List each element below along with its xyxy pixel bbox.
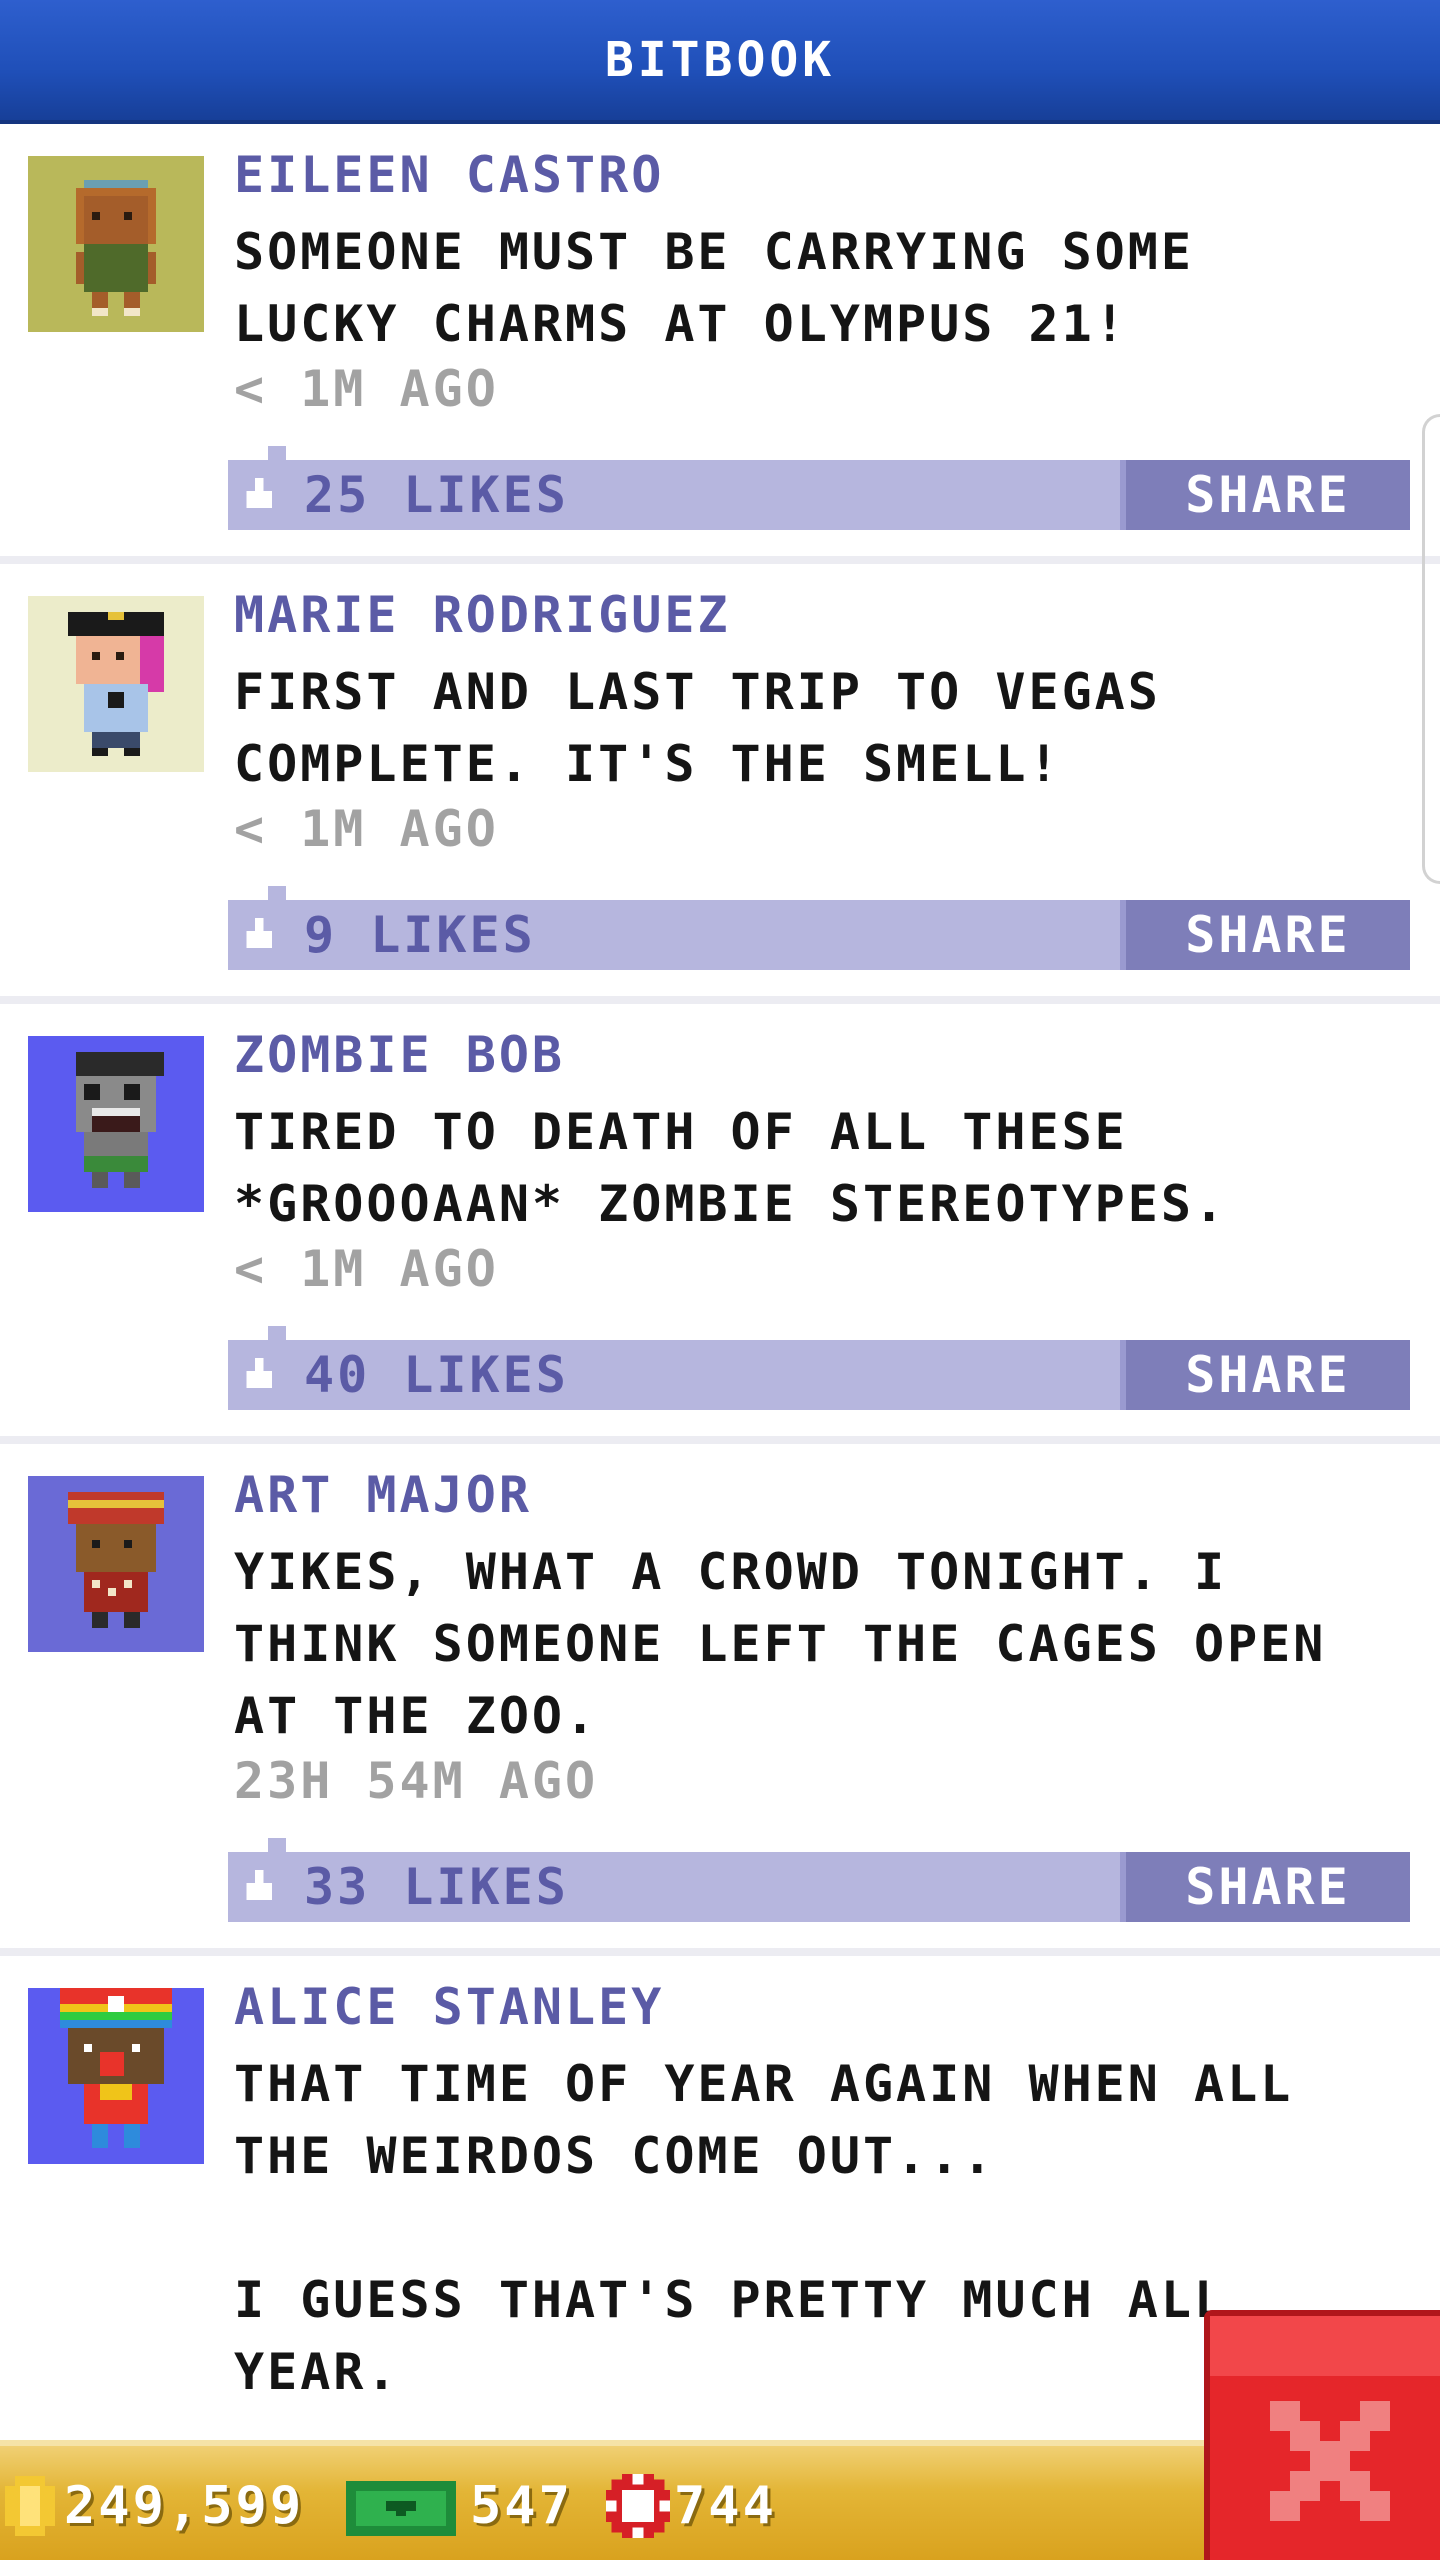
- likes-count[interactable]: 9 LIKES: [304, 900, 536, 970]
- like-icon[interactable]: [242, 1358, 276, 1392]
- like-icon[interactable]: [242, 478, 276, 512]
- scroll-indicator[interactable]: [1422, 414, 1440, 884]
- post-message: TIRED TO DEATH OF ALL THESE *GROOOAAN* Z…: [234, 1103, 1228, 1233]
- coin-icon: [5, 2476, 55, 2536]
- chips-value: 744: [674, 2476, 777, 2536]
- avatar[interactable]: [28, 156, 204, 332]
- share-button[interactable]: SHARE: [1120, 1340, 1410, 1410]
- post-time: < 1M AGO: [234, 800, 499, 858]
- post-item: ZOMBIE BOB TIRED TO DEATH OF ALL THESE *…: [0, 1004, 1440, 1444]
- avatar[interactable]: [28, 596, 204, 772]
- app-title: BITBOOK: [604, 32, 836, 88]
- post-feed[interactable]: EILEEN CASTRO SOMEONE MUST BE CARRYING S…: [0, 124, 1440, 2444]
- post-time: 23H 54M AGO: [234, 1752, 599, 1810]
- post-time: < 1M AGO: [234, 360, 499, 418]
- close-button[interactable]: [1204, 2310, 1440, 2560]
- character-avatar-icon: [28, 1476, 204, 1652]
- post-author[interactable]: ART MAJOR: [234, 1466, 532, 1524]
- share-button[interactable]: SHARE: [1120, 460, 1410, 530]
- post-message: YIKES, WHAT A CROWD TONIGHT. I THINK SOM…: [234, 1543, 1327, 1745]
- chips-counter: 744: [606, 2446, 777, 2566]
- like-icon[interactable]: [242, 1870, 276, 1904]
- post-author[interactable]: MARIE RODRIGUEZ: [234, 586, 731, 644]
- share-button[interactable]: SHARE: [1120, 900, 1410, 970]
- post-item: ART MAJOR YIKES, WHAT A CROWD TONIGHT. I…: [0, 1444, 1440, 1956]
- likes-count[interactable]: 33 LIKES: [304, 1852, 569, 1922]
- post-action-bar: 40 LIKES SHARE: [228, 1326, 1410, 1410]
- character-avatar-icon: [28, 1988, 204, 2164]
- like-icon[interactable]: [242, 918, 276, 952]
- post-author[interactable]: ALICE STANLEY: [234, 1978, 664, 2036]
- share-button[interactable]: SHARE: [1120, 1852, 1410, 1922]
- chip-icon: [606, 2474, 670, 2538]
- post-action-bar: 9 LIKES SHARE: [228, 886, 1410, 970]
- likes-count[interactable]: 40 LIKES: [304, 1340, 569, 1410]
- bux-counter: 547: [346, 2446, 573, 2566]
- avatar[interactable]: [28, 1988, 204, 2164]
- post-item: EILEEN CASTRO SOMEONE MUST BE CARRYING S…: [0, 124, 1440, 564]
- post-message: SOMEONE MUST BE CARRYING SOME LUCKY CHAR…: [234, 223, 1194, 353]
- post-time: < 1M AGO: [234, 1240, 499, 1298]
- avatar[interactable]: [28, 1476, 204, 1652]
- coins-counter: 249,599: [0, 2446, 304, 2566]
- character-avatar-icon: [28, 1036, 204, 1212]
- post-item: MARIE RODRIGUEZ FIRST AND LAST TRIP TO V…: [0, 564, 1440, 1004]
- character-avatar-icon: [28, 156, 204, 332]
- likes-count[interactable]: 25 LIKES: [304, 460, 569, 530]
- app-header: BITBOOK: [0, 0, 1440, 124]
- coins-value: 249,599: [64, 2476, 305, 2536]
- bux-icon: [346, 2481, 456, 2536]
- character-avatar-icon: [28, 596, 204, 772]
- post-action-bar: 33 LIKES SHARE: [228, 1838, 1410, 1922]
- close-icon: [1270, 2401, 1390, 2521]
- avatar[interactable]: [28, 1036, 204, 1212]
- post-action-bar: 25 LIKES SHARE: [228, 446, 1410, 530]
- post-author[interactable]: EILEEN CASTRO: [234, 146, 664, 204]
- post-author[interactable]: ZOMBIE BOB: [234, 1026, 565, 1084]
- bux-value: 547: [470, 2476, 573, 2536]
- post-message: FIRST AND LAST TRIP TO VEGAS COMPLETE. I…: [234, 663, 1161, 793]
